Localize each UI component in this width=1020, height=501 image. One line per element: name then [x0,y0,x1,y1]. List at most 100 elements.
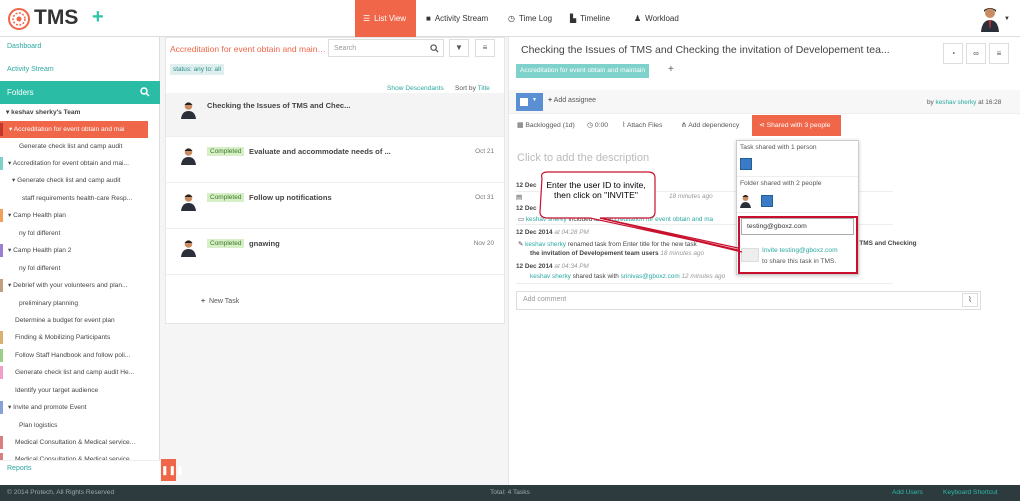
add-dependency-button[interactable]: ⋔ Add dependency [681,121,739,129]
status-badge: Completed [207,147,245,156]
task-title: Evaluate and accommodate needs of ... [249,147,391,156]
user-avatar[interactable] [980,6,1000,32]
status-badge: Completed [207,193,245,202]
task-title: Checking the Issues of TMS and Chec... [207,101,351,110]
add-folder-icon[interactable]: + [668,64,674,75]
backlogged-status[interactable]: ▦ Backlogged (1d) [517,121,575,129]
sort-by[interactable]: Sort by Title [455,85,490,92]
tree-item[interactable]: Determine a budget for event plan [0,312,160,329]
tree-item-selected[interactable]: ▾ Accreditation for event obtain and mai [0,121,148,138]
paperclip-icon: ⌇ [622,122,626,129]
shared-user-avatar[interactable] [740,158,752,170]
tree-item[interactable]: Medical Consultation & Medical service..… [0,451,160,460]
plus-icon: + [201,298,206,305]
menu-icon: ≡ [482,43,488,52]
task-shared-label: Task shared with 1 person [740,144,817,151]
plus-icon: + [548,97,553,104]
filter-button[interactable]: ▼ [449,39,469,57]
copyright: © 2014 Protech, All Rights Reserved [7,489,115,496]
tree-item[interactable]: ny fol different [0,225,160,242]
task-date: Oct 21 [475,148,494,155]
tree-item[interactable]: ny fol different [0,260,160,277]
tree-item[interactable]: staff requirements health-care Resp... [0,190,160,207]
chevron-down-icon: ▼ [532,97,537,103]
comment-input[interactable]: Add comment [516,291,981,310]
comment-icon: ■ [426,14,431,23]
tree-item[interactable]: Medical Consultation & Medical service..… [0,434,160,451]
collapse-sidebar-button[interactable]: ❚❚❚ [161,459,184,481]
status-dropdown[interactable]: ▼ [516,93,543,111]
task-title: Follow up notifications [249,193,332,202]
share-icon: ⋖ [759,122,765,129]
calendar-icon: ▦ [517,122,524,129]
filter-icon: ▼ [455,43,463,52]
add-assignee-button[interactable]: + Add assignee [548,97,596,104]
attach-files-button[interactable]: ⌇ Attach Files [622,121,662,129]
nav-workload[interactable]: ♟ Workload [626,0,687,37]
rss-icon: ◔ [950,49,956,58]
chevron-down-icon[interactable]: ▼ [1004,16,1010,22]
task-title[interactable]: Checking the Issues of TMS and Checking … [521,44,911,56]
folders-label: Folders [7,88,34,97]
footer: © 2014 Protech, All Rights Reserved Tota… [0,485,1020,501]
nav-list-view[interactable]: ☰ List View [355,0,416,37]
link-button[interactable]: ∞ [966,43,986,64]
add-new-icon[interactable]: + [92,6,104,29]
search-icon[interactable] [140,87,150,97]
time-tracker[interactable]: ◷ 0:00 [587,121,608,129]
tms-logo-icon[interactable] [6,7,32,31]
task-row[interactable]: Checking the Issues of TMS and Chec... [166,93,504,137]
rss-button[interactable]: ◔ [943,43,963,64]
search-icon[interactable] [430,44,439,53]
tree-item[interactable]: Plan logistics [0,417,160,434]
list-menu-button[interactable]: ≡ [475,39,495,57]
tree-item[interactable]: ▾ Invite and promote Event [0,399,160,416]
shared-with-button[interactable]: ⋖ Shared with 3 people [752,115,841,136]
description-field[interactable]: Click to add the description [517,152,649,164]
tree-item[interactable]: Generate check list and camp audit [0,138,160,155]
avatar [181,240,196,257]
search-input[interactable]: Search [328,39,444,57]
add-users-link[interactable]: Add Users [892,485,923,501]
tree-item[interactable]: Finding & Mobilizing Participants [0,329,160,346]
list-folder-title[interactable]: Accreditation for event obtain and maint… [170,44,326,54]
keyboard-shortcut-link[interactable]: Keyboard Shortcut [943,485,998,501]
tree-item[interactable]: Identify your target audience [0,382,160,399]
nav-timeline[interactable]: ▙ Timeline [562,0,618,37]
task-row[interactable]: Completed Evaluate and accommodate needs… [166,139,504,183]
tree-item[interactable]: Generate check list and camp audit He... [0,364,160,381]
list-icon: ☰ [363,14,371,23]
callout-text: Enter the user ID to invite, then click … [546,180,646,200]
total-tasks: Total: 4 Tasks [490,489,530,496]
activity-divider [516,283,893,284]
status-filter[interactable]: status: any to: all [170,64,224,75]
task-title: gnawing [249,239,280,248]
tree-item[interactable]: preliminary planning [0,295,160,312]
sidebar-activity-stream[interactable]: Activity Stream [7,66,54,73]
clock-icon: ◷ [508,14,515,23]
nav-time-log[interactable]: ◷ Time Log [500,0,560,37]
tree-item[interactable]: ▾ Camp Health plan 2 [0,242,160,259]
new-task-button[interactable]: + New Task [201,298,239,305]
tree-item[interactable]: ▾ Debrief with your volunteers and plan.… [0,277,160,294]
app-name[interactable]: TMS [34,6,78,30]
status-badge: Completed [207,239,245,248]
tree-item[interactable]: ▾ Generate check list and camp audit [0,172,160,189]
created-by: by keshav sherky at 16:28 [927,99,1002,106]
task-row[interactable]: Completed Follow up notifications Oct 31 [166,185,504,229]
avatar [181,194,196,211]
sidebar-dashboard[interactable]: Dashboard [7,43,41,50]
tree-item[interactable]: ▾ Camp Health plan [0,207,160,224]
user-icon: ♟ [634,14,642,23]
tree-item-team[interactable]: ▾ keshav sherky's Team [0,104,160,121]
show-descendants-link[interactable]: Show Descendants [387,85,444,92]
tree-item[interactable]: Follow Staff Handbook and follow poli... [0,347,160,364]
tree-item[interactable]: ▾ Accreditation for event obtain and mai… [0,155,160,172]
nav-activity-stream[interactable]: ■ Activity Stream [418,0,496,37]
avatar [181,102,196,119]
task-row[interactable]: Completed gnawing Nov 20 [166,231,504,275]
attach-comment-button[interactable]: ⌇ [962,293,978,307]
sidebar-reports[interactable]: Reports [7,465,32,472]
detail-menu-button[interactable]: ≡ [989,43,1009,64]
folder-tag[interactable]: Accreditation for event obtain and maint… [516,64,649,78]
